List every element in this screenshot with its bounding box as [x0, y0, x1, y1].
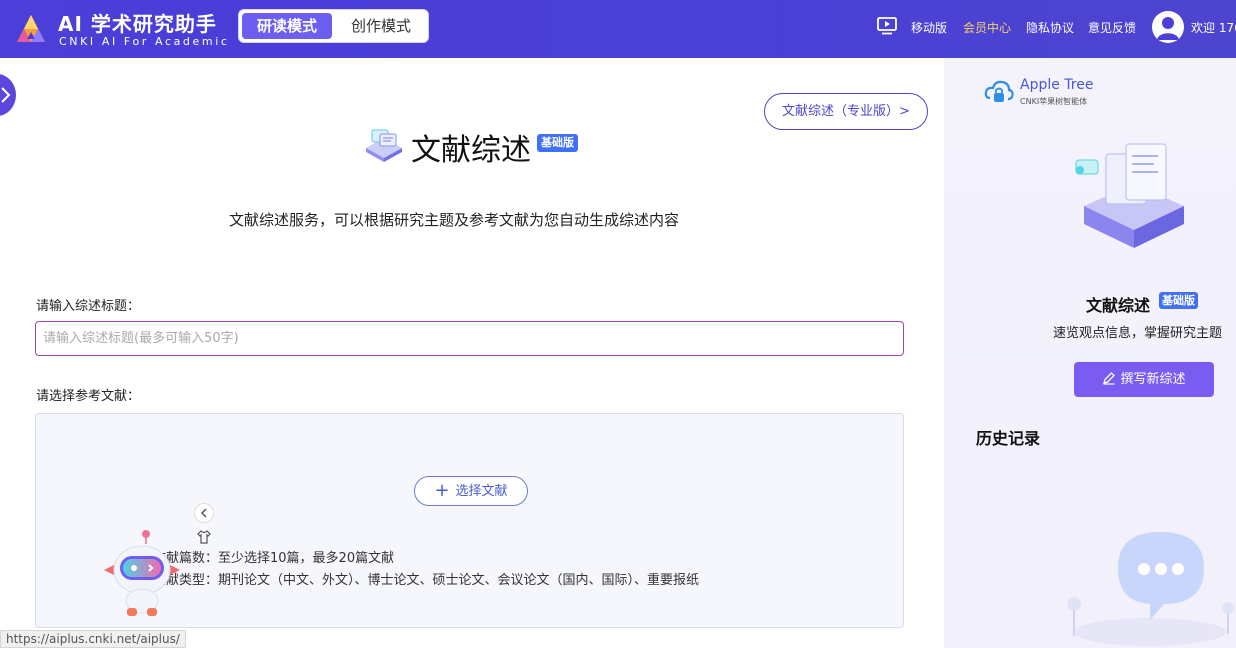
refs-field-label: 请选择参考文献： [36, 389, 141, 404]
top-header: AI 学术研究助手 CNKI AI For Academic 研读模式 创作模式… [0, 0, 1236, 58]
collapse-helper-button[interactable] [194, 503, 214, 523]
page-subtitle: 文献综述服务，可以根据研究主题及参考文献为您自动生成综述内容 [229, 211, 680, 229]
nav-mobile[interactable]: 移动版 [911, 19, 947, 36]
sidebar-toggle[interactable] [0, 74, 16, 116]
shirt-icon[interactable] [196, 529, 212, 545]
user-icon [1157, 17, 1179, 40]
mode-switch: 研读模式 创作模式 [238, 9, 429, 43]
right-panel-description: 速览观点信息，掌握研究主题 [1053, 326, 1223, 341]
apple-tree-subtitle: CNKI苹果树智能体 [1020, 97, 1088, 106]
tab-create-mode[interactable]: 创作模式 [337, 13, 425, 39]
select-literature-label: 选择文献 [455, 484, 508, 499]
robot-mascot-icon[interactable] [102, 528, 182, 620]
status-bar-url: https://aiplus.cnki.net/aiplus/ [0, 630, 186, 648]
write-new-review-label: 撰写新综述 [1120, 372, 1186, 387]
basic-version-badge: 基础版 [537, 134, 578, 152]
brand-subtitle: CNKI AI For Academic [59, 35, 230, 48]
note-types: 可选文献类型：期刊论文（中文、外文）、博士论文、硕士论文、会议论文（国内、国际）… [127, 573, 700, 588]
nav-privacy[interactable]: 隐私协议 [1026, 19, 1074, 36]
document-stack-illustration-icon [1075, 143, 1184, 248]
right-panel-title: 文献综述 [1086, 296, 1151, 315]
monitor-play-icon[interactable] [877, 17, 897, 35]
literature-review-icon [366, 129, 402, 162]
brand-title: AI 学术研究助手 [58, 12, 217, 36]
select-literature-button[interactable]: + 选择文献 [414, 476, 528, 506]
tab-read-mode[interactable]: 研读模式 [242, 13, 332, 39]
right-panel-badge: 基础版 [1159, 292, 1198, 309]
nav-member-center[interactable]: 会员中心 [963, 19, 1011, 36]
app-logo-icon[interactable] [14, 12, 48, 46]
empty-chat-bubble-icon [1067, 532, 1234, 646]
apple-tree-logo-icon [984, 80, 1014, 102]
right-panel: Apple Tree CNKI苹果树智能体 文献综述 基础版 速览观点信息，掌握… [944, 58, 1236, 648]
plus-icon: + [434, 480, 450, 501]
pro-version-button[interactable]: 文献综述（专业版）> [764, 93, 928, 130]
chevron-right-icon [1, 87, 11, 103]
write-new-review-button[interactable]: 撰写新综述 [1074, 362, 1214, 397]
apple-tree-brand: Apple Tree [1020, 77, 1094, 93]
chevron-left-icon [200, 508, 207, 518]
welcome-text: 欢迎 176 [1191, 21, 1236, 35]
page-title: 文献综述 [411, 133, 531, 168]
avatar[interactable] [1152, 11, 1184, 43]
title-field-label: 请输入综述标题： [36, 299, 141, 314]
nav-feedback[interactable]: 意见反馈 [1088, 19, 1136, 36]
pencil-icon [1103, 372, 1116, 385]
review-title-input[interactable] [35, 321, 904, 356]
history-title: 历史记录 [976, 429, 1041, 448]
